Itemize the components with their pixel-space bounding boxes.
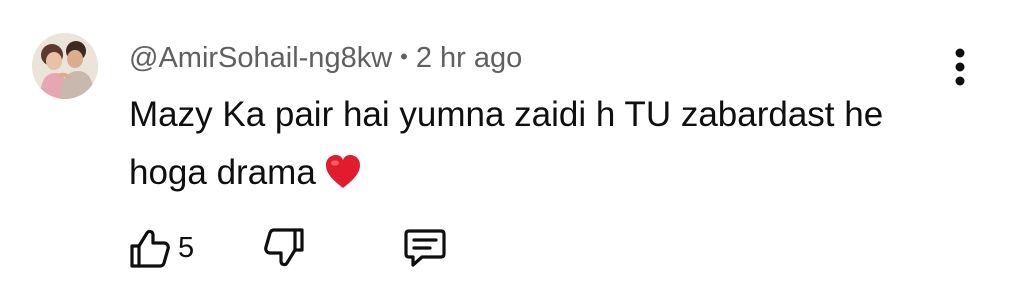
avatar[interactable] — [32, 33, 98, 99]
thumbs-down-icon — [264, 228, 304, 267]
more-options-button[interactable] — [944, 42, 976, 92]
red-heart-icon — [324, 150, 362, 208]
avatar-image — [32, 33, 98, 99]
reply-button[interactable] — [402, 226, 448, 270]
thumbs-up-icon — [130, 229, 170, 268]
comment-body: Mazy Ka pair hai yumna zaidi h TU zabard… — [129, 86, 929, 208]
comment-actions: 5 — [128, 224, 448, 272]
like-count: 5 — [178, 231, 195, 264]
comment-text-line-2-text: hoga drama — [129, 153, 316, 192]
author-name[interactable]: @AmirSohail-ng8kw — [129, 42, 392, 75]
comment-header: @AmirSohail-ng8kw • 2 hr ago — [129, 38, 522, 78]
comment-text-line-2: hoga drama — [129, 144, 929, 208]
vertical-ellipsis-icon — [955, 48, 965, 86]
comment-text-line-1: Mazy Ka pair hai yumna zaidi h TU zabard… — [129, 95, 884, 134]
separator-dot: • — [400, 44, 408, 69]
comment-time: 2 hr ago — [415, 41, 523, 74]
comment-reply-icon — [404, 229, 446, 267]
dislike-button[interactable] — [262, 226, 306, 270]
like-button[interactable]: 5 — [128, 226, 194, 270]
